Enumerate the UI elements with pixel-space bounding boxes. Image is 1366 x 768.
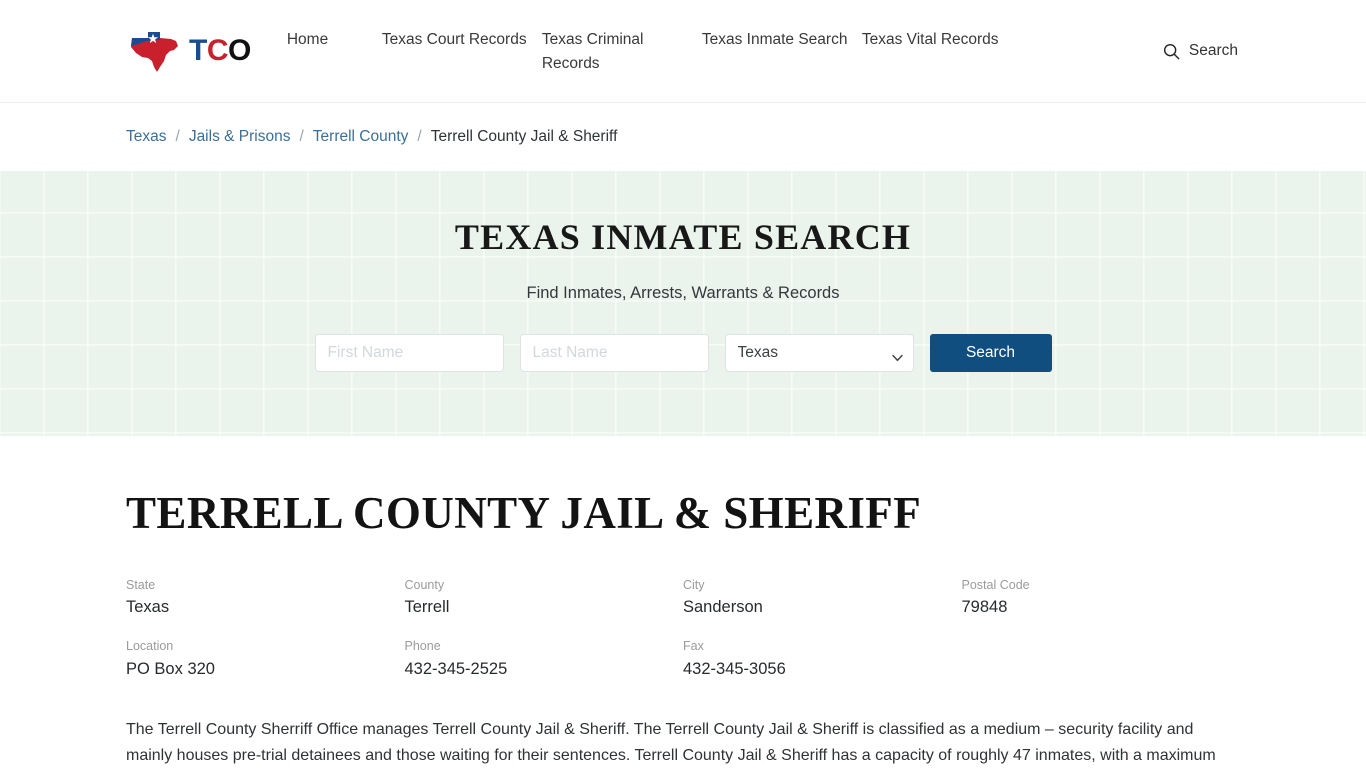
breadcrumb-item-jails-prisons[interactable]: Jails & Prisons bbox=[189, 128, 291, 146]
search-icon bbox=[1163, 43, 1180, 60]
fact-label: Postal Code bbox=[961, 577, 1030, 592]
fact-label: Location bbox=[126, 639, 174, 654]
fact-value: 79848 bbox=[961, 598, 1008, 617]
fact-empty-slot bbox=[962, 637, 1241, 681]
nav-item-texas-vital-records[interactable]: Texas Vital Records bbox=[862, 28, 1022, 52]
state-select-wrapper: Texas bbox=[724, 333, 914, 372]
breadcrumb-item-texas[interactable]: Texas bbox=[126, 128, 167, 146]
hero-title: Texas Inmate Search bbox=[454, 217, 912, 257]
breadcrumb-separator: / bbox=[417, 128, 422, 145]
site-logo[interactable]: TCO bbox=[126, 28, 251, 74]
hero-subtitle: Find Inmates, Arrests, Warrants & Record… bbox=[526, 284, 840, 302]
site-header: TCO Home Texas Court Records Texas Crimi… bbox=[0, 0, 1366, 103]
fact-value: Sanderson bbox=[683, 598, 763, 617]
fact-label: City bbox=[683, 577, 705, 592]
breadcrumb: Texas / Jails & Prisons / Terrell County… bbox=[126, 128, 617, 146]
texas-state-logo-icon bbox=[126, 28, 184, 74]
main-navigation: Home Texas Court Records Texas Criminal … bbox=[287, 26, 1163, 77]
fact-county: County Terrell bbox=[405, 576, 684, 620]
fact-label: Phone bbox=[404, 639, 441, 654]
fact-value: Terrell bbox=[404, 598, 450, 617]
fact-value: 432-345-2525 bbox=[404, 660, 508, 679]
nav-item-home[interactable]: Home bbox=[287, 28, 382, 52]
nav-item-texas-criminal-records[interactable]: Texas Criminal Records bbox=[542, 28, 702, 77]
fact-city: City Sanderson bbox=[683, 576, 962, 620]
page-title: Terrell County Jail & Sheriff bbox=[126, 488, 922, 538]
fact-fax: Fax 432-345-3056 bbox=[683, 637, 962, 681]
fact-postal-code: Postal Code 79848 bbox=[962, 576, 1241, 620]
logo-letter-c: C bbox=[206, 34, 229, 67]
breadcrumb-separator: / bbox=[299, 128, 304, 145]
logo-letter-o: O bbox=[228, 34, 251, 67]
fact-phone: Phone 432-345-2525 bbox=[405, 637, 684, 681]
main-content: Terrell County Jail & Sheriff State Texa… bbox=[0, 436, 1366, 768]
logo-letter-t: T bbox=[189, 34, 207, 67]
fact-label: County bbox=[404, 577, 445, 592]
fact-value: Texas bbox=[126, 598, 170, 617]
state-select[interactable]: Texas bbox=[724, 333, 914, 372]
breadcrumb-separator: / bbox=[175, 128, 180, 145]
facility-description: The Terrell County Sherriff Office manag… bbox=[126, 721, 1216, 765]
fact-value: 432-345-3056 bbox=[683, 660, 786, 679]
logo-wordmark: TCO bbox=[189, 36, 251, 66]
fact-location: Location PO Box 320 bbox=[126, 637, 405, 681]
nav-item-texas-court-records[interactable]: Texas Court Records bbox=[382, 28, 542, 52]
fact-label: Fax bbox=[683, 639, 704, 654]
header-search-label: Search bbox=[1188, 42, 1238, 59]
breadcrumb-bar: Texas / Jails & Prisons / Terrell County… bbox=[0, 103, 1366, 171]
breadcrumb-item-terrell-county[interactable]: Terrell County bbox=[313, 128, 409, 146]
nav-item-texas-inmate-search[interactable]: Texas Inmate Search bbox=[702, 28, 862, 52]
fact-label: State bbox=[126, 577, 156, 592]
facility-facts-grid: State Texas County Terrell City Sanderso… bbox=[126, 576, 1240, 682]
hero-search-section: Texas Inmate Search Find Inmates, Arrest… bbox=[0, 171, 1366, 436]
fact-state: State Texas bbox=[126, 576, 405, 620]
header-search-toggle[interactable]: Search bbox=[1163, 42, 1240, 60]
search-submit-button[interactable]: Search bbox=[929, 333, 1052, 372]
breadcrumb-item-current: Terrell County Jail & Sheriff bbox=[430, 128, 618, 145]
inmate-search-form: Texas Search bbox=[314, 333, 1052, 372]
fact-value: PO Box 320 bbox=[126, 660, 215, 679]
last-name-input[interactable] bbox=[519, 333, 709, 372]
first-name-input[interactable] bbox=[314, 333, 504, 372]
